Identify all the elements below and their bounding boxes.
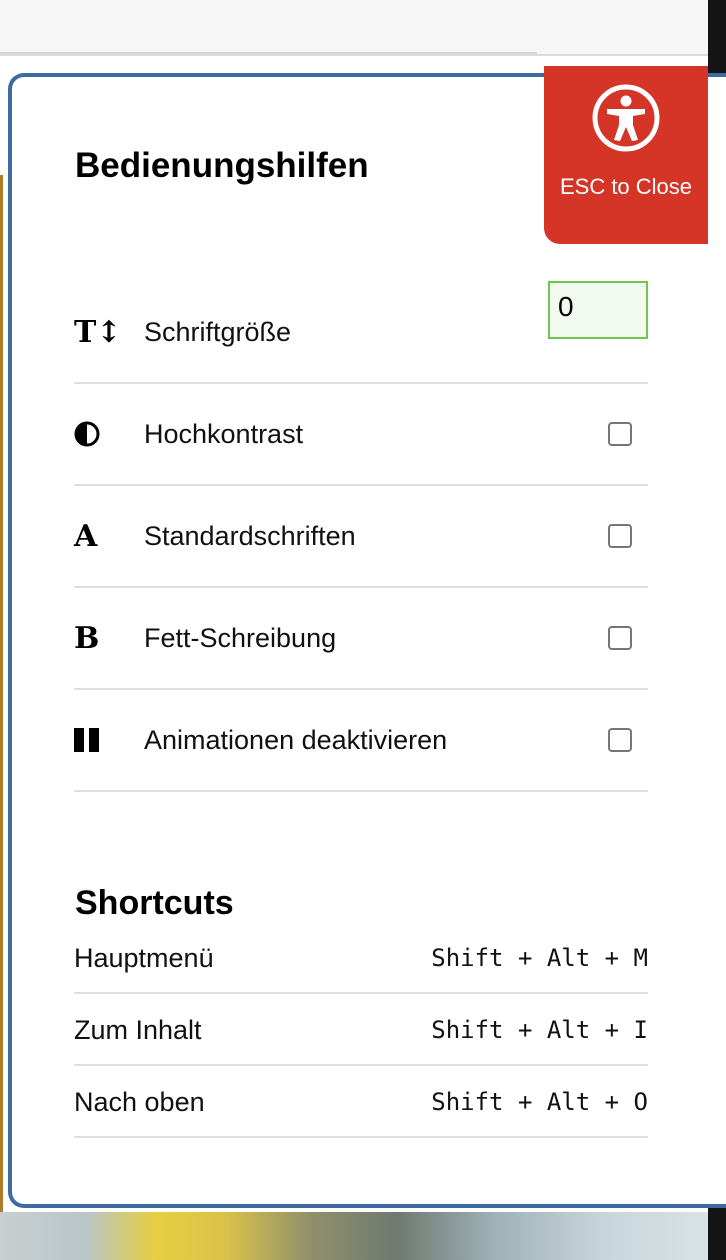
shortcut-label: Hauptmenü [74, 943, 214, 973]
shortcut-keys: Shift + Alt + I [431, 1016, 648, 1044]
pause-icon-svg [74, 728, 99, 752]
pause-icon [74, 690, 114, 790]
setting-row-font-size: T↕ Schriftgröße 0 [74, 281, 648, 384]
setting-label: Standardschriften [144, 521, 356, 551]
shortcut-keys: Shift + Alt + M [431, 944, 648, 972]
background-image [0, 1212, 708, 1260]
font-size-input[interactable]: 0 [548, 281, 648, 339]
header-divider [0, 52, 537, 54]
contrast-icon-svg [74, 421, 100, 447]
shortcut-row: Zum Inhalt Shift + Alt + I [74, 994, 648, 1066]
high-contrast-checkbox[interactable] [608, 422, 632, 446]
accessibility-icon [592, 84, 660, 152]
contrast-icon [74, 384, 114, 484]
setting-row-bold-text[interactable]: B Fett-Schreibung [74, 588, 648, 690]
shortcuts-heading: Shortcuts [75, 884, 234, 922]
setting-label: Hochkontrast [144, 419, 304, 449]
shortcut-label: Nach oben [74, 1087, 205, 1117]
setting-row-standard-fonts[interactable]: A Standardschriften [74, 486, 648, 588]
bold-text-checkbox[interactable] [608, 626, 632, 650]
shortcut-row: Nach oben Shift + Alt + O [74, 1066, 648, 1138]
setting-label: Schriftgröße [144, 317, 292, 347]
setting-label: Animationen deaktivieren [144, 725, 448, 755]
setting-row-high-contrast[interactable]: Hochkontrast [74, 384, 648, 486]
shortcut-row: Hauptmenü Shift + Alt + M [74, 922, 648, 994]
esc-to-close-label: ESC to Close [559, 174, 693, 199]
setting-label: Fett-Schreibung [144, 623, 337, 653]
shortcut-keys: Shift + Alt + O [431, 1088, 648, 1116]
standard-fonts-checkbox[interactable] [608, 524, 632, 548]
close-button[interactable]: ESC to Close [544, 66, 708, 244]
bold-icon: B [74, 620, 100, 656]
setting-row-disable-animations[interactable]: Animationen deaktivieren [74, 690, 648, 792]
serif-font-icon: A [74, 518, 98, 554]
shortcut-label: Zum Inhalt [74, 1015, 202, 1045]
panel-title: Bedienungshilfen [75, 146, 369, 185]
font-size-icon: T↕ [74, 314, 122, 350]
disable-animations-checkbox[interactable] [608, 728, 632, 752]
background-edge [0, 175, 3, 1215]
background-header [0, 0, 708, 56]
